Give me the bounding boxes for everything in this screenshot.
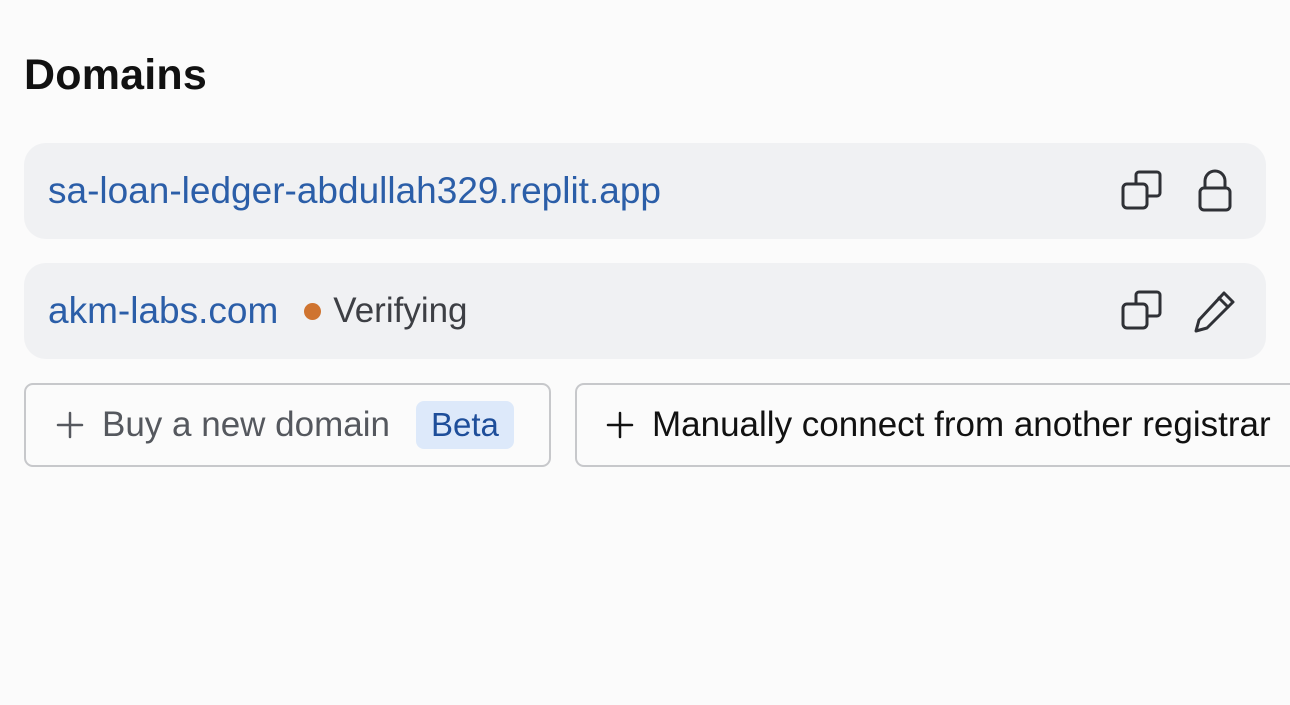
buy-domain-label: Buy a new domain — [102, 405, 390, 444]
status-indicator: Verifying — [304, 291, 468, 331]
domain-row-replit: sa-loan-ledger-abdullah329.replit.app — [24, 143, 1266, 239]
lock-icon[interactable] — [1192, 168, 1238, 214]
domain-row-actions — [1120, 288, 1238, 334]
copy-icon[interactable] — [1120, 288, 1166, 334]
domain-link[interactable]: sa-loan-ledger-abdullah329.replit.app — [48, 169, 661, 213]
domains-panel: Domains sa-loan-ledger-abdullah329.repli… — [24, 0, 1290, 705]
section-title: Domains — [24, 51, 207, 99]
status-dot — [304, 302, 322, 320]
connect-domain-button[interactable]: Manually connect from another registrar — [575, 383, 1290, 467]
domain-row-custom: akm-labs.com Verifying — [24, 263, 1266, 359]
domain-row-actions — [1120, 168, 1238, 214]
plus-icon — [55, 410, 85, 440]
buy-domain-button[interactable]: Buy a new domain Beta — [24, 383, 551, 467]
domain-link[interactable]: akm-labs.com — [48, 289, 278, 333]
copy-icon[interactable] — [1120, 168, 1166, 214]
beta-badge: Beta — [415, 401, 514, 449]
plus-icon — [605, 410, 635, 440]
pencil-icon[interactable] — [1192, 288, 1238, 334]
connect-domain-label: Manually connect from another registrar — [652, 405, 1271, 444]
status-label: Verifying — [333, 291, 468, 330]
